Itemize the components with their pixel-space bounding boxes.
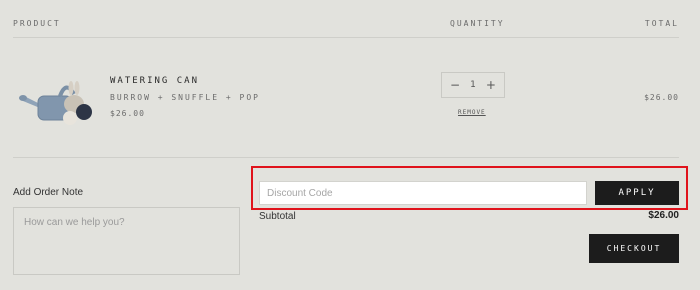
- quantity-column-header: QUANTITY: [450, 19, 505, 28]
- discount-code-input[interactable]: [259, 181, 587, 205]
- quantity-stepper: − 1 +: [441, 72, 505, 98]
- subtotal-label: Subtotal: [259, 211, 296, 222]
- product-name[interactable]: WATERING CAN: [110, 76, 199, 86]
- decrease-quantity-button[interactable]: −: [450, 79, 460, 91]
- apply-discount-button[interactable]: APPLY: [595, 181, 679, 205]
- watering-can-icon: [19, 81, 92, 125]
- product-price: $26.00: [110, 109, 145, 118]
- quantity-value[interactable]: 1: [470, 80, 476, 90]
- product-image[interactable]: [18, 74, 96, 128]
- subtotal-value: $26.00: [648, 210, 679, 221]
- product-vendor: BURROW + SNUFFLE + POP: [110, 93, 260, 102]
- header-divider: [13, 37, 679, 38]
- line-item-total: $26.00: [644, 93, 679, 102]
- items-divider: [13, 157, 679, 158]
- total-column-header: TOTAL: [644, 19, 679, 28]
- checkout-button[interactable]: CHECKOUT: [589, 234, 679, 263]
- order-note-label: Add Order Note: [13, 187, 84, 198]
- remove-item-link[interactable]: REMOVE: [458, 109, 486, 116]
- product-column-header: PRODUCT: [13, 19, 61, 28]
- order-note-field[interactable]: [13, 207, 240, 275]
- increase-quantity-button[interactable]: +: [486, 79, 496, 91]
